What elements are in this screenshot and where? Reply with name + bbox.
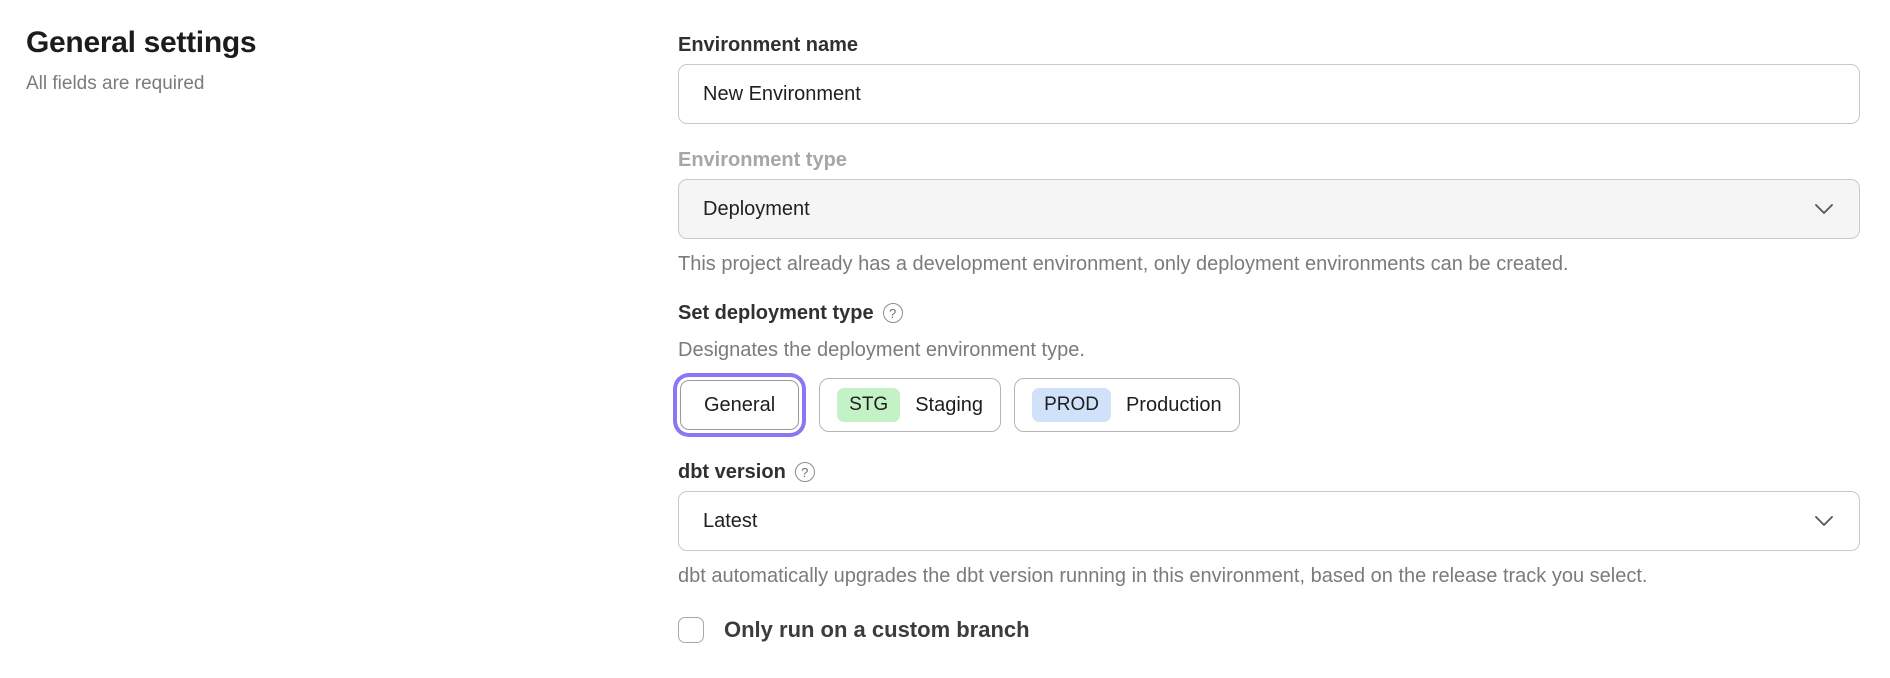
dbt-version-label: dbt version [678,460,786,484]
custom-branch-label: Only run on a custom branch [724,617,1030,643]
environment-type-select[interactable]: Deployment [678,179,1860,239]
deployment-type-helper: Designates the deployment environment ty… [678,338,1860,362]
chevron-down-icon [1815,516,1833,526]
deployment-type-production-button[interactable]: PROD Production [1014,378,1240,432]
environment-type-value: Deployment [703,198,810,221]
dbt-version-select[interactable]: Latest [678,491,1860,551]
deployment-type-staging-button[interactable]: STG Staging [819,378,1001,432]
deployment-type-staging-label: Staging [915,394,983,417]
deployment-type-options: General STG Staging PROD Production [678,378,1860,432]
environment-settings-form: Environment name Environment type Deploy… [678,0,1860,643]
deployment-type-general-label: General [704,394,775,417]
deployment-type-general-button[interactable]: General [680,380,799,430]
custom-branch-row: Only run on a custom branch [678,617,1860,643]
settings-header: General settings All fields are required [26,26,586,95]
environment-name-label: Environment name [678,33,1860,57]
help-icon[interactable]: ? [795,462,815,482]
chevron-down-icon [1815,204,1833,214]
deployment-type-production-label: Production [1126,394,1222,417]
dbt-version-helper: dbt automatically upgrades the dbt versi… [678,564,1860,588]
deployment-type-label: Set deployment type [678,301,874,325]
help-icon[interactable]: ? [883,303,903,323]
custom-branch-checkbox[interactable] [678,617,704,643]
environment-type-label: Environment type [678,148,1860,172]
page-title: General settings [26,26,586,60]
page-subtitle: All fields are required [26,73,586,95]
environment-name-input[interactable] [678,64,1860,124]
environment-type-helper: This project already has a development e… [678,252,1860,276]
staging-badge: STG [837,388,900,422]
production-badge: PROD [1032,388,1111,422]
dbt-version-value: Latest [703,510,757,533]
